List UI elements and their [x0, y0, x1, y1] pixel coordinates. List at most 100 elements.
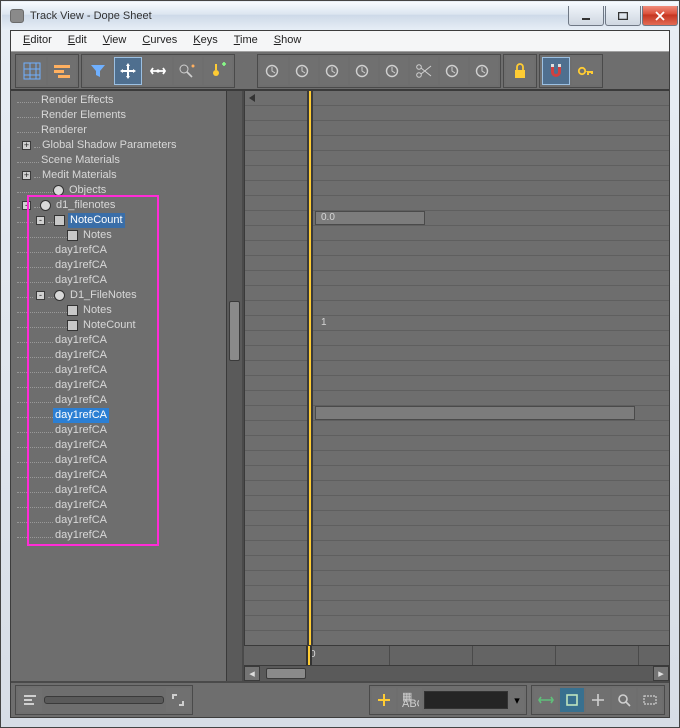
tree-row[interactable]: day1refCA — [17, 483, 242, 498]
hscroll-left-button[interactable]: ◂ — [244, 666, 260, 681]
tree-label[interactable]: Notes — [81, 228, 114, 243]
tree-label[interactable]: day1refCA — [53, 483, 109, 498]
add-key-icon[interactable] — [204, 57, 232, 85]
tree-label[interactable]: Medit Materials — [40, 168, 119, 183]
cut-time-icon[interactable] — [410, 57, 438, 85]
tree-row[interactable]: day1refCA — [17, 408, 242, 423]
tree-row[interactable]: Scene Materials — [17, 153, 242, 168]
scale-icon[interactable] — [174, 57, 202, 85]
rewind-icon[interactable] — [247, 93, 257, 106]
tree-row[interactable]: +Global Shadow Parameters — [17, 138, 242, 153]
tree-scroll[interactable]: Render EffectsRender ElementsRenderer+Gl… — [11, 91, 242, 681]
tree-row[interactable]: day1refCA — [17, 453, 242, 468]
tree-row[interactable]: Render Elements — [17, 108, 242, 123]
edit-keys-icon[interactable] — [18, 57, 46, 85]
menu-keys[interactable]: Keys — [185, 31, 225, 51]
tree-row[interactable]: day1refCA — [17, 393, 242, 408]
zoom-horiz-icon[interactable] — [534, 688, 558, 712]
hscroll-track[interactable] — [260, 666, 653, 681]
tree-label[interactable]: day1refCA — [53, 498, 109, 513]
tree-label[interactable]: day1refCA — [53, 393, 109, 408]
tree-row[interactable]: Notes — [17, 228, 242, 243]
tree-label[interactable]: day1refCA — [53, 453, 109, 468]
key-range[interactable] — [315, 406, 635, 420]
filter-icon[interactable] — [84, 57, 112, 85]
tree-vscroll-thumb[interactable] — [229, 301, 240, 361]
tree-row[interactable]: day1refCA — [17, 528, 242, 543]
combo-dropdown-button[interactable]: ▾ — [510, 688, 524, 712]
close-button[interactable] — [642, 6, 678, 26]
zoom-region2-icon[interactable] — [638, 688, 662, 712]
tree-label[interactable]: Renderer — [39, 123, 89, 138]
expand-icon[interactable]: + — [22, 171, 31, 180]
tree-label[interactable]: day1refCA — [53, 243, 109, 258]
tree-row[interactable]: day1refCA — [17, 363, 242, 378]
tree-row[interactable]: Render Effects — [17, 93, 242, 108]
tree-label[interactable]: day1refCA — [53, 378, 109, 393]
paste-time-icon[interactable] — [470, 57, 498, 85]
tree-row[interactable]: - d1_filenotes — [17, 198, 242, 213]
tree-row[interactable]: Renderer — [17, 123, 242, 138]
tree-label[interactable]: Render Elements — [39, 108, 128, 123]
tree-label[interactable]: d1_filenotes — [54, 198, 117, 213]
tree-row[interactable]: Notes — [17, 303, 242, 318]
copy-time-icon[interactable] — [440, 57, 468, 85]
zoom-extents-icon[interactable] — [560, 688, 584, 712]
tree-label[interactable]: day1refCA — [53, 528, 109, 543]
tree-row[interactable]: day1refCA — [17, 498, 242, 513]
menu-edit[interactable]: Edit — [60, 31, 95, 51]
minimize-button[interactable] — [568, 6, 604, 26]
tree-label[interactable]: day1refCA — [53, 348, 109, 363]
tree-label[interactable]: day1refCA — [53, 333, 109, 348]
hscroll-right-button[interactable]: ▸ — [653, 666, 669, 681]
menu-curves[interactable]: Curves — [134, 31, 185, 51]
slide-icon[interactable] — [144, 57, 172, 85]
menu-editor[interactable]: Editor — [15, 31, 60, 51]
select-by-name-icon[interactable] — [18, 688, 42, 712]
tree-label[interactable]: day1refCA — [53, 363, 109, 378]
maximize-button[interactable] — [605, 6, 641, 26]
tree-row[interactable]: day1refCA — [17, 468, 242, 483]
hscroll-thumb[interactable] — [266, 668, 306, 679]
tree-row[interactable]: day1refCA — [17, 333, 242, 348]
collapse-icon[interactable]: - — [22, 201, 31, 210]
tree-vscrollbar[interactable] — [226, 91, 242, 681]
key-icon[interactable] — [572, 57, 600, 85]
collapse-icon[interactable]: - — [36, 216, 45, 225]
move-icon[interactable] — [114, 57, 142, 85]
tree-label[interactable]: day1refCA — [53, 408, 109, 423]
magnet-icon[interactable] — [542, 57, 570, 85]
abc-icon[interactable]: ▦ABC — [398, 688, 422, 712]
tree-label[interactable]: Scene Materials — [39, 153, 122, 168]
tree-label[interactable]: day1refCA — [53, 273, 109, 288]
tree-row[interactable]: day1refCA — [17, 243, 242, 258]
tree-label[interactable]: day1refCA — [53, 438, 109, 453]
time-ruler[interactable]: 0 — [244, 645, 669, 665]
tree-label[interactable]: Objects — [67, 183, 108, 198]
tree-label[interactable]: day1refCA — [53, 258, 109, 273]
tree-label[interactable]: Notes — [81, 303, 114, 318]
tree-row[interactable]: NoteCount — [17, 318, 242, 333]
nav-slider[interactable] — [44, 696, 164, 704]
key-value-combo[interactable] — [424, 691, 508, 709]
tree-row[interactable]: day1refCA — [17, 378, 242, 393]
snap-icon[interactable] — [260, 57, 288, 85]
tree-row[interactable]: day1refCA — [17, 348, 242, 363]
tree-row[interactable]: day1refCA — [17, 273, 242, 288]
tree-row[interactable]: day1refCA — [17, 423, 242, 438]
ruler-cursor[interactable] — [306, 646, 312, 665]
tree-row[interactable]: + Medit Materials — [17, 168, 242, 183]
time-fwd-icon[interactable] — [350, 57, 378, 85]
expand-icon[interactable]: + — [22, 141, 31, 150]
lock-icon[interactable] — [506, 57, 534, 85]
key-entry-icon[interactable] — [372, 688, 396, 712]
sheet-hscrollbar[interactable]: ◂ ▸ — [244, 665, 669, 681]
time-back-icon[interactable] — [320, 57, 348, 85]
tree-label[interactable]: Render Effects — [39, 93, 116, 108]
tree-row[interactable]: -D1_FileNotes — [17, 288, 242, 303]
time-add-icon[interactable] — [290, 57, 318, 85]
collapse-icon[interactable]: - — [36, 291, 45, 300]
zoom-icon[interactable] — [612, 688, 636, 712]
tree-row[interactable]: day1refCA — [17, 513, 242, 528]
tree-label[interactable]: day1refCA — [53, 423, 109, 438]
